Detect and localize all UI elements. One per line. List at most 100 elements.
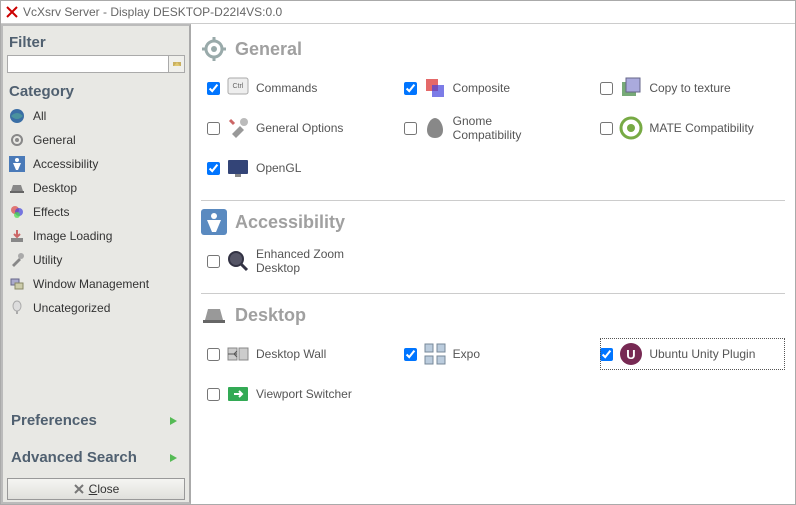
section-accessibility: Accessibility Enhanced Zoom Desktop [201,209,785,294]
preferences-label: Preferences [11,412,163,429]
plugin-opengl[interactable]: OpenGL [207,152,392,184]
category-label: All [33,109,46,123]
category-label: Desktop [33,181,77,195]
plugin-commands[interactable]: Ctrl Commands [207,72,392,104]
category-label: Uncategorized [33,301,110,315]
plugin-checkbox[interactable] [207,122,220,135]
category-image-loading[interactable]: Image Loading [7,224,185,248]
category-label: General [33,133,76,147]
category-desktop[interactable]: Desktop [7,176,185,200]
wall-icon [226,342,250,366]
mate-icon [619,116,643,140]
plugin-label: General Options [256,121,343,135]
gear-icon [201,36,227,62]
plugin-label: MATE Compatibility [649,121,753,135]
plugin-composite[interactable]: Composite [404,72,589,104]
uncategorized-icon [9,300,25,316]
plugin-expo[interactable]: Expo [404,338,589,370]
wrench-icon [226,116,250,140]
category-accessibility[interactable]: Accessibility [7,152,185,176]
image-loading-icon [9,228,25,244]
preferences-link[interactable]: Preferences [7,402,185,439]
plugin-checkbox[interactable] [404,82,417,95]
section-general: General Ctrl Commands Composite Copy to tex… [201,36,785,201]
section-header: General [201,36,785,62]
plugin-label: Commands [256,81,317,95]
main-panel[interactable]: General Ctrl Commands Composite Copy to tex… [191,24,795,504]
section-desktop: Desktop Desktop Wall Expo U Ubuntu Unity Pl… [201,302,785,426]
category-effects[interactable]: Effects [7,200,185,224]
advanced-search-link[interactable]: Advanced Search [7,439,185,476]
plugin-grid-accessibility: Enhanced Zoom Desktop [201,245,785,277]
category-general[interactable]: General [7,128,185,152]
close-label-rest: lose [97,482,119,496]
section-header: Accessibility [201,209,785,235]
titlebar: VcXsrv Server - Display DESKTOP-D22I4VS:… [1,1,795,23]
accessibility-icon [201,209,227,235]
clear-filter-button[interactable] [169,55,185,73]
category-label: Accessibility [33,157,98,171]
close-icon [73,483,85,495]
gear-icon [9,132,25,148]
copy-texture-icon [619,76,643,100]
category-label: Effects [33,205,69,219]
plugin-wrench[interactable]: General Options [207,112,392,144]
zoom-icon [226,249,250,273]
category-utility[interactable]: Utility [7,248,185,272]
plugin-wall[interactable]: Desktop Wall [207,338,392,370]
section-title: General [235,39,302,60]
desktop-icon [201,302,227,328]
filter-input[interactable] [7,55,169,73]
plugin-checkbox[interactable] [207,388,220,401]
category-list: All General Accessibility Desktop Effect… [7,104,185,320]
plugin-checkbox[interactable] [207,255,220,268]
plugin-checkbox[interactable] [600,348,613,361]
plugin-checkbox[interactable] [404,348,417,361]
svg-text:Ctrl: Ctrl [233,83,244,90]
section-title: Desktop [235,305,306,326]
utility-icon [9,252,25,268]
plugin-mate[interactable]: MATE Compatibility [600,112,785,144]
effects-icon [9,204,25,220]
plugin-grid-desktop: Desktop Wall Expo U Ubuntu Unity Plugin View… [201,338,785,410]
filter-heading: Filter [9,34,183,51]
category-window-management[interactable]: Window Management [7,272,185,296]
plugin-checkbox[interactable] [404,122,417,135]
plugin-label: OpenGL [256,161,301,175]
plugin-checkbox[interactable] [600,122,613,135]
plugin-label: Viewport Switcher [256,387,352,401]
category-label: Image Loading [33,229,112,243]
commands-icon: Ctrl [226,76,250,100]
category-label: Utility [33,253,62,267]
close-button[interactable]: Close [7,478,185,500]
plugin-label: Ubuntu Unity Plugin [649,347,755,361]
section-title: Accessibility [235,212,345,233]
plugin-label: Expo [453,347,480,361]
plugin-gnome[interactable]: Gnome Compatibility [404,112,589,144]
opengl-icon [226,156,250,180]
plugin-checkbox[interactable] [600,82,613,95]
category-all[interactable]: All [7,104,185,128]
app-icon [5,5,19,19]
composite-icon [423,76,447,100]
category-heading: Category [9,83,183,100]
accessibility-icon [9,156,25,172]
plugin-unity[interactable]: U Ubuntu Unity Plugin [600,338,785,370]
unity-icon: U [619,342,643,366]
category-uncategorized[interactable]: Uncategorized [7,296,185,320]
globe-icon [9,108,25,124]
arrow-right-icon [165,449,183,467]
plugin-checkbox[interactable] [207,348,220,361]
filter-row [7,55,185,73]
plugin-viewport[interactable]: Viewport Switcher [207,378,392,410]
plugin-checkbox[interactable] [207,82,220,95]
plugin-grid-general: Ctrl Commands Composite Copy to texture Gene… [201,72,785,184]
plugin-label: Gnome Compatibility [453,114,563,143]
advanced-search-label: Advanced Search [11,449,163,466]
plugin-checkbox[interactable] [207,162,220,175]
content: Filter Category All General [1,23,795,504]
gnome-icon [423,116,447,140]
plugin-copy-texture[interactable]: Copy to texture [600,72,785,104]
window-mgmt-icon [9,276,25,292]
plugin-zoom[interactable]: Enhanced Zoom Desktop [207,245,392,277]
